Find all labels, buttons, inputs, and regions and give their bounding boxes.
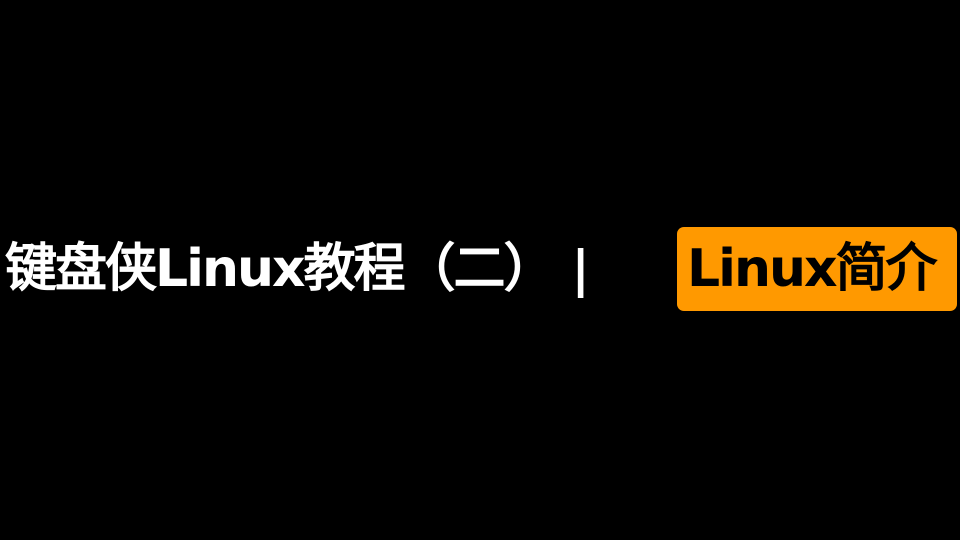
title-separator: | bbox=[571, 240, 590, 298]
main-title: 键盘侠Linux教程（二） bbox=[5, 239, 556, 299]
title-card: 键盘侠Linux教程（二） | Linux简介 bbox=[0, 0, 960, 540]
topic-badge: Linux简介 bbox=[677, 227, 957, 311]
topic-badge-label: Linux简介 bbox=[687, 239, 938, 299]
title-line: 键盘侠Linux教程（二） | Linux简介 bbox=[0, 226, 960, 312]
